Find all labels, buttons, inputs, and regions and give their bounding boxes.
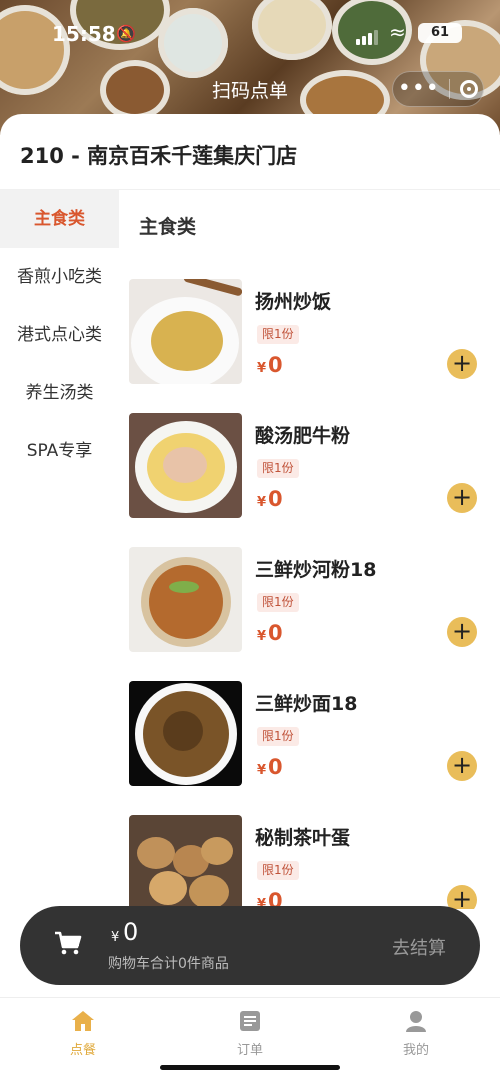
category-item-snacks[interactable]: 香煎小吃类 [0,248,119,306]
home-icon [72,1011,94,1031]
item-name: 酸汤肥牛粉 [255,425,351,447]
limit-badge: 限1份 [257,459,299,478]
item-price: ¥0 [257,755,283,779]
price-value: 0 [268,621,283,645]
category-item-dimsum[interactable]: 港式点心类 [0,306,119,364]
category-item-soup[interactable]: 养生汤类 [0,364,119,422]
wifi-icon: ≈ [389,20,406,44]
item-price: ¥0 [257,621,283,645]
item-price: ¥0 [257,353,283,377]
app-root: 15:58 🔕 ≈ 61 扫码点单 ••• 210 - 南京百禾千莲集庆门店 主… [0,0,500,1070]
home-indicator [160,1065,340,1070]
price-currency: ¥ [257,361,267,376]
dish-photo [129,413,242,518]
tab-order-food[interactable]: 点餐 [33,1010,133,1058]
shopping-cart-icon[interactable] [53,928,83,958]
menu-item[interactable]: 三鲜炒面18 限1份 ¥0 + [129,681,500,787]
item-name: 秘制茶叶蛋 [255,827,351,849]
cart-currency: ¥ [111,930,120,945]
tab-label: 我的 [402,1043,429,1058]
capsule-divider [449,79,451,99]
tab-profile[interactable]: 我的 [366,1010,466,1058]
tab-label: 点餐 [69,1043,96,1058]
menu-item[interactable]: 秘制茶叶蛋 限1份 ¥0 + [129,815,500,909]
cart-bar[interactable]: ¥ 0 购物车合计0件商品 去结算 [20,906,480,985]
cart-summary: 购物车合计0件商品 [108,956,229,972]
item-name: 三鲜炒面18 [255,693,358,715]
status-time: 15:58 [52,22,116,46]
order-list-icon [240,1011,260,1031]
add-to-cart-button[interactable]: + [447,349,477,379]
category-item-spa[interactable]: SPA专享 [0,422,119,480]
target-circle-icon[interactable] [460,80,479,98]
limit-badge: 限1份 [257,593,299,612]
item-name: 扬州炒饭 [255,291,332,313]
add-to-cart-button[interactable]: + [447,617,477,647]
cellular-signal-icon [356,26,380,45]
limit-badge: 限1份 [257,325,299,344]
tab-orders[interactable]: 订单 [200,1010,300,1058]
add-to-cart-button[interactable]: + [447,751,477,781]
price-value: 0 [268,487,283,511]
add-to-cart-button[interactable]: + [447,483,477,513]
menu-item-list: 扬州炒饭 限1份 ¥0 + 酸汤肥牛粉 限1份 ¥0 + 三鲜炒河粉18 限1份… [129,279,500,909]
status-bar: 15:58 🔕 ≈ 61 [0,0,500,66]
cart-total: 0 [123,918,139,946]
dish-photo [129,547,242,652]
tab-label: 订单 [236,1043,263,1058]
price-currency: ¥ [257,629,267,644]
dish-photo [129,815,242,909]
price-value: 0 [268,353,283,377]
category-sidebar: 主食类 香煎小吃类 港式点心类 养生汤类 SPA专享 [0,190,119,480]
menu-item[interactable]: 三鲜炒河粉18 限1份 ¥0 + [129,547,500,653]
silent-bell-icon: 🔕 [116,24,136,43]
battery-indicator: 61 [418,23,462,43]
mini-program-capsule: ••• [392,71,484,107]
more-dots-icon[interactable]: ••• [398,78,440,100]
checkout-button[interactable]: 去结算 [392,934,446,960]
price-currency: ¥ [257,763,267,778]
item-name: 三鲜炒河粉18 [255,559,377,581]
section-title: 主食类 [139,216,197,238]
menu-item[interactable]: 酸汤肥牛粉 限1份 ¥0 + [129,413,500,519]
bottom-tab-bar: 点餐 订单 我的 [0,997,500,1070]
dish-photo [129,279,242,384]
dish-photo [129,681,242,786]
category-item-staple[interactable]: 主食类 [0,190,119,248]
limit-badge: 限1份 [257,727,299,746]
limit-badge: 限1份 [257,861,299,880]
price-value: 0 [268,755,283,779]
price-currency: ¥ [257,495,267,510]
item-price: ¥0 [257,487,283,511]
add-to-cart-button[interactable]: + [447,885,477,909]
store-name: 210 - 南京百禾千莲集庆门店 [20,144,298,168]
menu-item[interactable]: 扬州炒饭 限1份 ¥0 + [129,279,500,385]
user-icon [406,1011,426,1032]
